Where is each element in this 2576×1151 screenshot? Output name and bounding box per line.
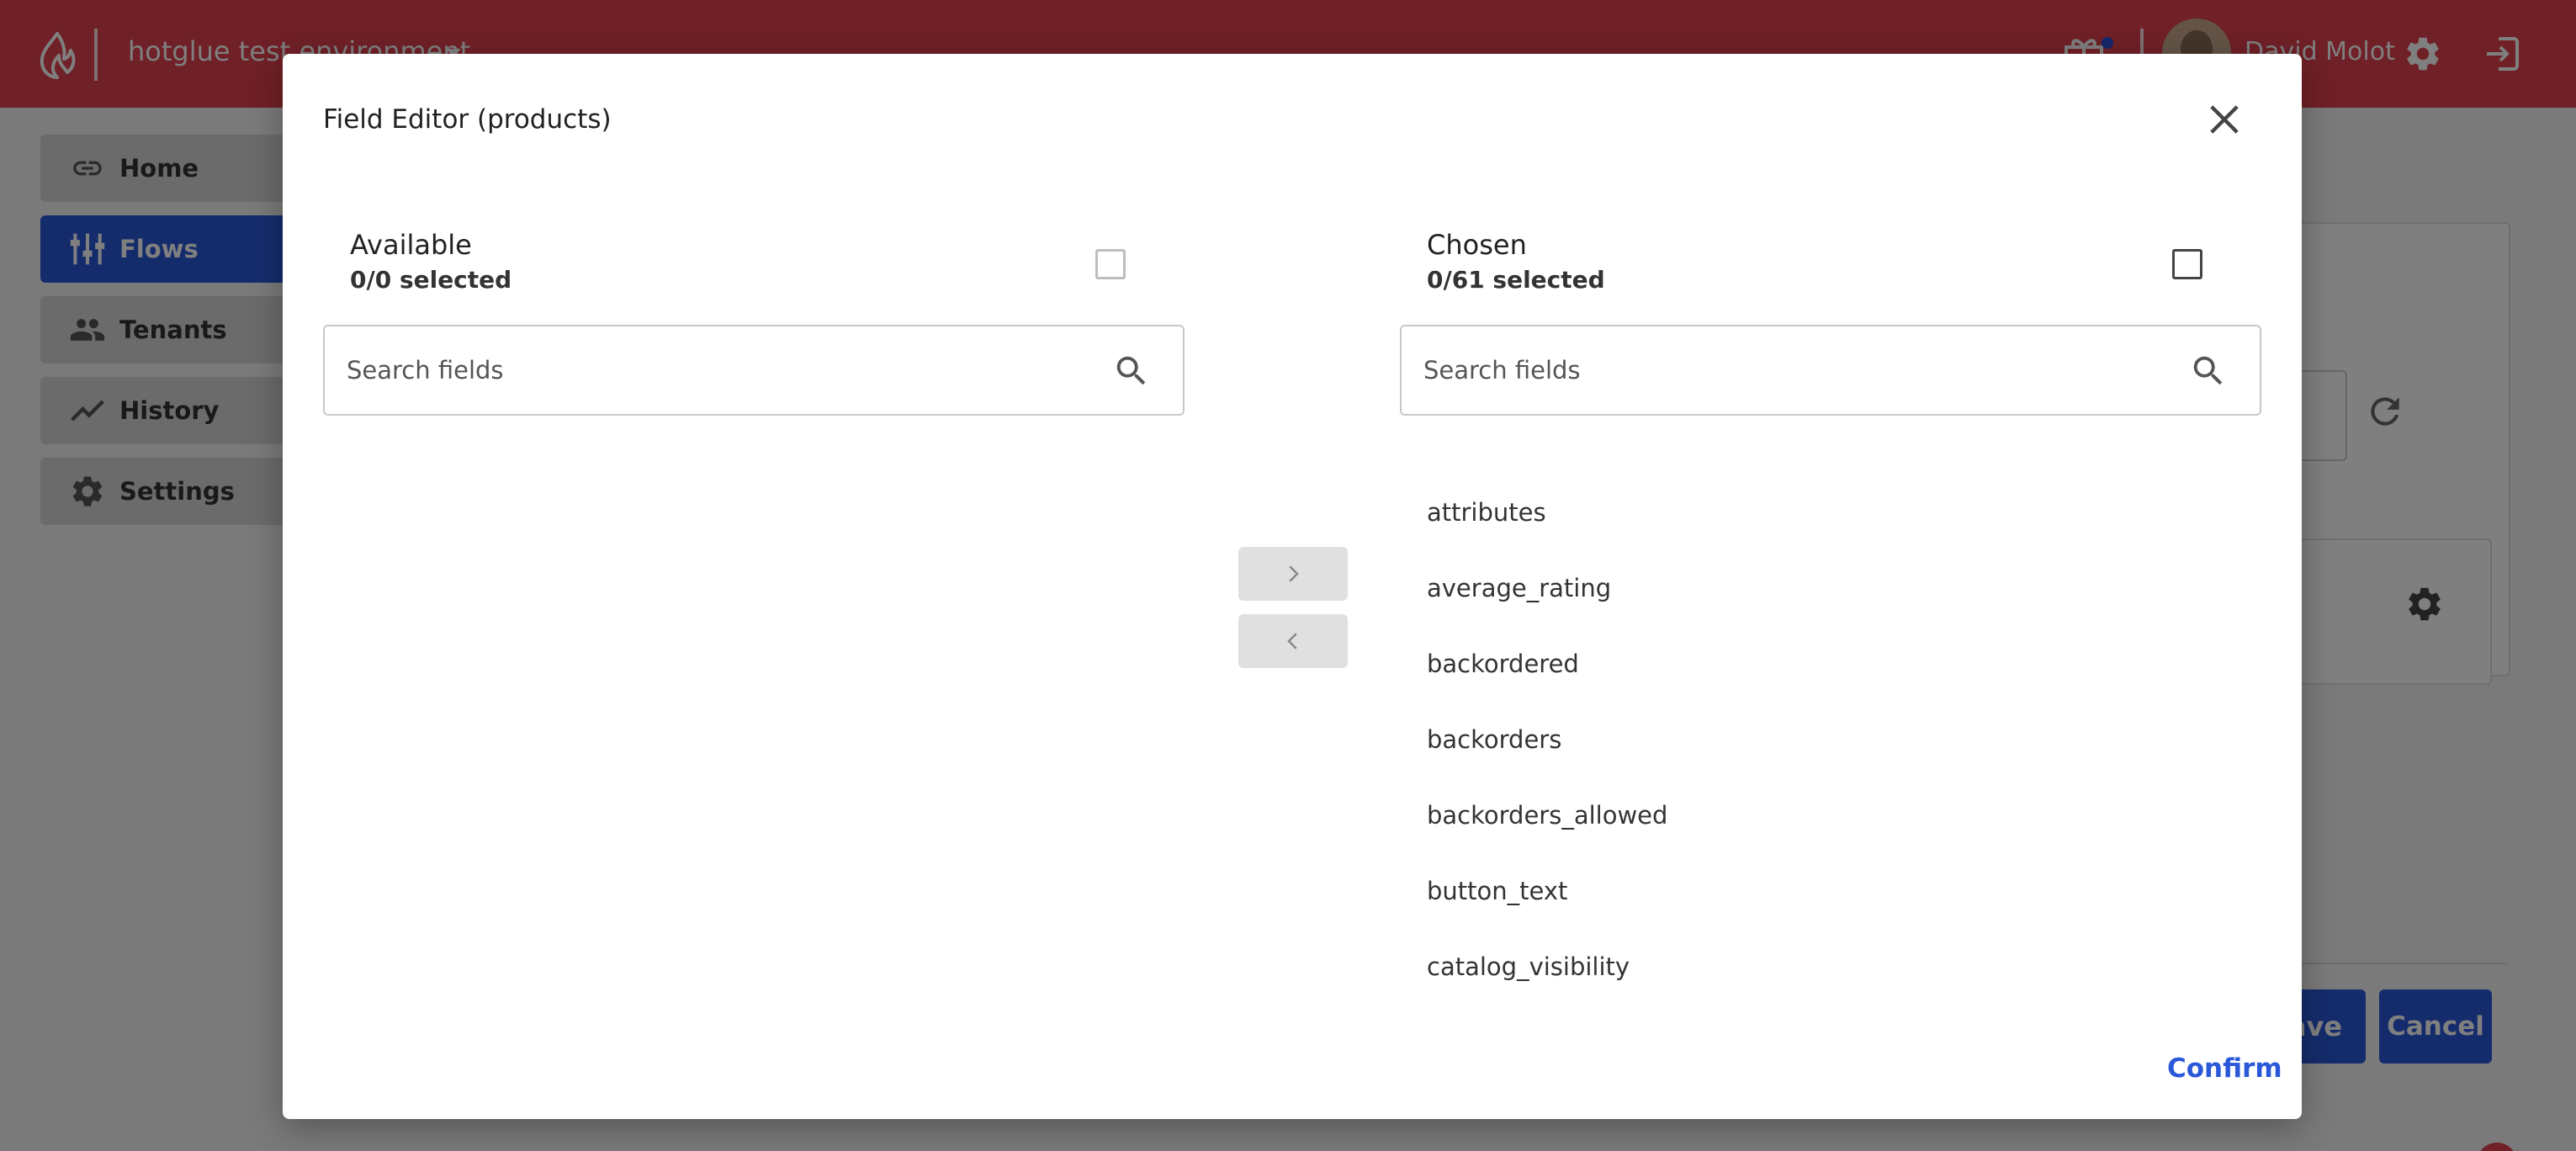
chosen-search-input[interactable] bbox=[1423, 326, 2096, 414]
available-select-all-checkbox[interactable] bbox=[1095, 249, 1126, 279]
search-icon[interactable] bbox=[2189, 352, 2228, 390]
chevron-left-icon bbox=[1287, 633, 1297, 650]
chevron-right-icon bbox=[1289, 565, 1299, 582]
available-title: Available bbox=[350, 229, 472, 261]
dialog-title: Field Editor (products) bbox=[323, 104, 612, 135]
move-right-button[interactable] bbox=[1238, 547, 1348, 601]
list-item[interactable]: backorders bbox=[1427, 702, 2016, 777]
available-count: 0/0 selected bbox=[350, 266, 512, 294]
chosen-title: Chosen bbox=[1427, 229, 1527, 261]
chosen-count: 0/61 selected bbox=[1427, 266, 1605, 294]
move-left-button[interactable] bbox=[1238, 614, 1348, 668]
list-item[interactable]: button_text bbox=[1427, 853, 2016, 929]
available-search-box bbox=[323, 325, 1185, 416]
available-search-input[interactable] bbox=[347, 326, 1020, 414]
close-icon[interactable] bbox=[2202, 98, 2246, 141]
field-editor-dialog: Field Editor (products) Available 0/0 se… bbox=[283, 54, 2302, 1119]
list-item[interactable]: backorders_allowed bbox=[1427, 777, 2016, 853]
chosen-field-list: attributes average_rating backordered ba… bbox=[1427, 475, 2016, 1005]
confirm-button[interactable]: Confirm bbox=[2167, 1053, 2282, 1084]
search-icon[interactable] bbox=[1112, 352, 1151, 390]
list-item[interactable]: attributes bbox=[1427, 475, 2016, 550]
chosen-select-all-checkbox[interactable] bbox=[2172, 249, 2202, 279]
chosen-search-box bbox=[1400, 325, 2261, 416]
list-item[interactable]: backordered bbox=[1427, 626, 2016, 702]
list-item[interactable]: average_rating bbox=[1427, 550, 2016, 626]
list-item[interactable]: catalog_visibility bbox=[1427, 929, 2016, 1005]
